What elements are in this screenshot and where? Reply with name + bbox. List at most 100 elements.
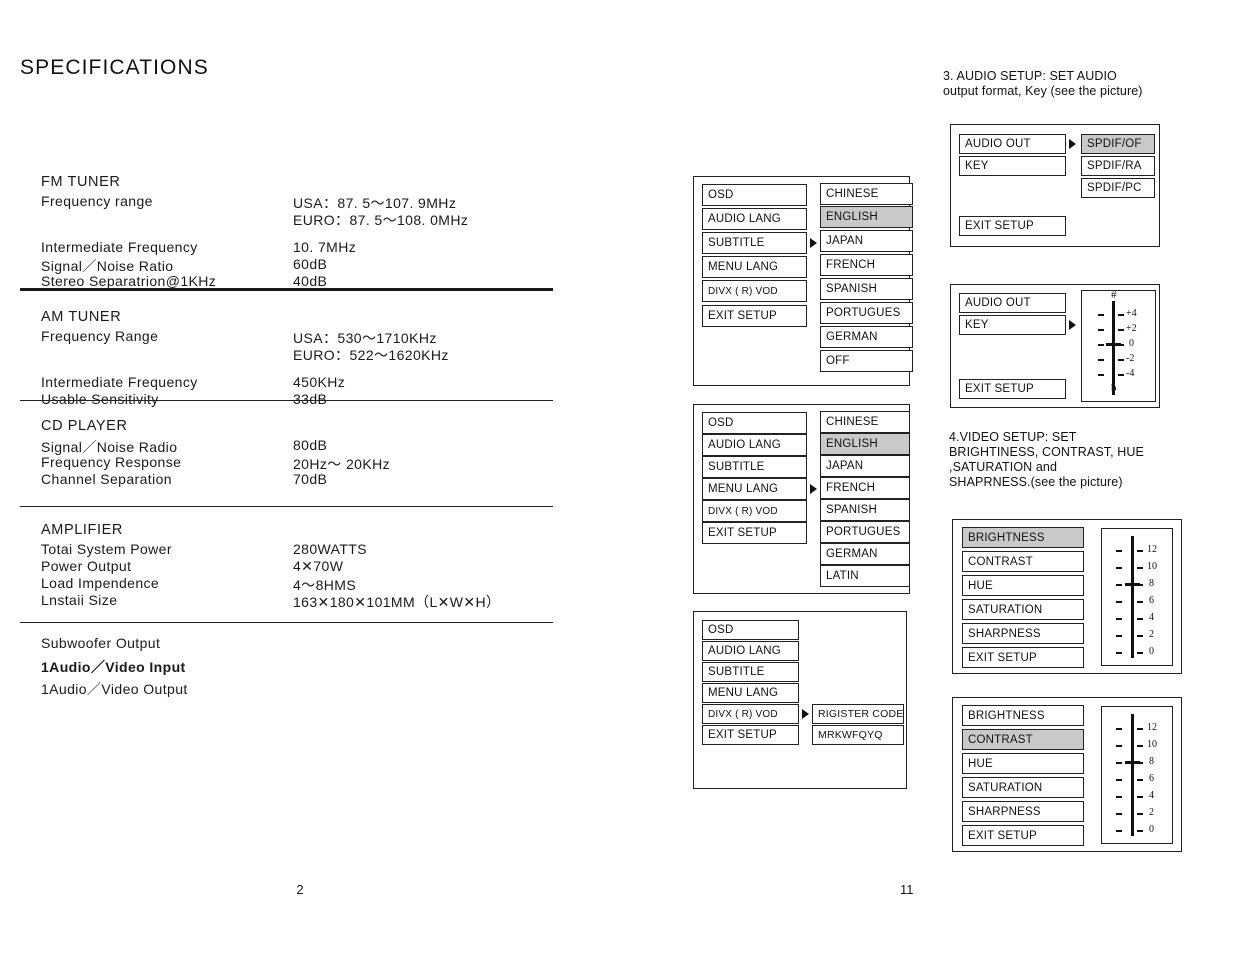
menu-item-exit-setup[interactable]: EXIT SETUP <box>959 216 1066 236</box>
spdif-option-pcm[interactable]: SPDIF/PC <box>1081 178 1155 198</box>
contrast-slider-track <box>1131 714 1134 836</box>
contrast-tick-dash-right <box>1137 796 1143 798</box>
video-item-contrast[interactable]: CONTRAST <box>962 551 1084 572</box>
key-slider-track <box>1112 301 1115 395</box>
section-divider <box>20 288 553 291</box>
menu-item-audio-lang[interactable]: AUDIO LANG <box>702 641 799 661</box>
menu-item-exit-setup[interactable]: EXIT SETUP <box>702 305 807 327</box>
spdif-option-off[interactable]: SPDIF/OF <box>1081 134 1155 154</box>
key-menu: AUDIO OUT KEY EXIT SETUP # +4 +2 0 -2 -4… <box>950 284 1160 408</box>
video-item-hue[interactable]: HUE <box>962 753 1084 774</box>
spec-value: 10. 7MHz <box>293 239 357 255</box>
video-item-brightness[interactable]: BRIGHTNESS <box>962 527 1084 548</box>
menu-item-menu-lang[interactable]: MENU LANG <box>702 683 799 703</box>
menu-item-divx-vod[interactable]: DIVX ( R) VOD <box>702 500 807 522</box>
contrast-slider-handle[interactable] <box>1125 761 1140 764</box>
menu-item-audio-lang[interactable]: AUDIO LANG <box>702 434 807 456</box>
chevron-right-icon <box>810 238 817 248</box>
lang-option-german[interactable]: GERMAN <box>820 543 910 565</box>
video-item-saturation[interactable]: SATURATION <box>962 777 1084 798</box>
spec-label: Lnstaii Size <box>41 592 118 608</box>
spec-label: Intermediate Frequency <box>41 374 198 390</box>
key-slider-handle[interactable] <box>1106 343 1121 346</box>
menu-item-divx-vod[interactable]: DIVX ( R) VOD <box>702 704 799 724</box>
menu-item-exit-setup[interactable]: EXIT SETUP <box>702 522 807 544</box>
divx-option-register-code[interactable]: RIGISTER CODE <box>812 704 904 724</box>
spec-label: Load Impendence <box>41 575 160 591</box>
io-line-av-output: 1Audio／Video Output <box>41 681 188 697</box>
contrast-tick-2: 2 <box>1149 807 1154 818</box>
section-heading: AMPLIFIER <box>41 522 123 538</box>
video-item-hue[interactable]: HUE <box>962 575 1084 596</box>
menu-item-divx-vod[interactable]: DIVX ( R) VOD <box>702 280 807 302</box>
contrast-tick-dash-right <box>1137 728 1143 730</box>
menu-item-key[interactable]: KEY <box>959 315 1066 335</box>
menu-item-key[interactable]: KEY <box>959 156 1066 176</box>
menu-item-audio-lang[interactable]: AUDIO LANG <box>702 208 807 230</box>
lang-option-chinese[interactable]: CHINESE <box>820 411 910 433</box>
lang-option-german[interactable]: GERMAN <box>820 326 913 348</box>
spec-section-am-tuner: AM TUNER Frequency Range USA：530～1710KHz… <box>41 309 448 408</box>
video-item-sharpness[interactable]: SHARPNESS <box>962 801 1084 822</box>
right-page: OSD AUDIO LANG SUBTITLE MENU LANG DIVX (… <box>640 0 1235 954</box>
menu-item-menu-lang[interactable]: MENU LANG <box>702 256 807 278</box>
menu-item-osd[interactable]: OSD <box>702 184 807 206</box>
spec-row: EURO：87. 5～108. 0MHz <box>41 210 468 228</box>
key-tick-dash-left <box>1098 374 1104 376</box>
spec-row: Power Output 4✕70W <box>41 558 343 575</box>
key-slider[interactable]: # +4 +2 0 -2 -4 b <box>1081 289 1156 402</box>
video-item-saturation[interactable]: SATURATION <box>962 599 1084 620</box>
menu-item-osd[interactable]: OSD <box>702 412 807 434</box>
menu-item-subtitle[interactable]: SUBTITLE <box>702 232 807 254</box>
spec-label: Frequency Range <box>41 328 159 344</box>
lang-option-japan[interactable]: JAPAN <box>820 455 910 477</box>
menu-item-audio-out[interactable]: AUDIO OUT <box>959 134 1066 154</box>
contrast-tick-12: 12 <box>1147 722 1157 733</box>
spdif-option-raw[interactable]: SPDIF/RA <box>1081 156 1155 176</box>
lang-option-spanish[interactable]: SPANISH <box>820 278 913 300</box>
menu-item-exit-setup[interactable]: EXIT SETUP <box>702 725 799 745</box>
section-heading: CD PLAYER <box>41 418 128 434</box>
video-item-contrast[interactable]: CONTRAST <box>962 729 1084 750</box>
key-tick-plus2: +2 <box>1126 323 1137 334</box>
video-item-exit-setup[interactable]: EXIT SETUP <box>962 647 1084 668</box>
lang-option-off[interactable]: OFF <box>820 350 913 372</box>
spec-section-amplifier: AMPLIFIER Totai System Power 280WATTS Po… <box>41 522 500 610</box>
lang-option-english[interactable]: ENGLISH <box>820 433 910 455</box>
chevron-right-icon <box>1069 139 1076 149</box>
brightness-tick-dash-left <box>1116 618 1122 620</box>
menu-item-subtitle[interactable]: SUBTITLE <box>702 662 799 682</box>
spec-section-cd-player: CD PLAYER Signal／Noise Radio 80dB Freque… <box>41 418 390 488</box>
spec-row: Signal／Noise Radio 80dB <box>41 437 327 455</box>
divx-option-register-value[interactable]: MRKWFQYQ <box>812 725 904 745</box>
menu-item-osd[interactable]: OSD <box>702 620 799 640</box>
video-item-sharpness[interactable]: SHARPNESS <box>962 623 1084 644</box>
lang-option-french[interactable]: FRENCH <box>820 477 910 499</box>
lang-option-french[interactable]: FRENCH <box>820 254 913 276</box>
video-item-brightness[interactable]: BRIGHTNESS <box>962 705 1084 726</box>
contrast-slider[interactable]: 12 10 8 6 4 2 0 <box>1101 706 1173 844</box>
brightness-tick-dash-right <box>1137 601 1143 603</box>
menu-item-audio-out[interactable]: AUDIO OUT <box>959 293 1066 313</box>
brightness-tick-dash-right <box>1137 652 1143 654</box>
lang-option-chinese[interactable]: CHINESE <box>820 183 913 205</box>
section-divider <box>20 506 553 507</box>
contrast-tick-dash-left <box>1116 762 1122 764</box>
menu-item-menu-lang[interactable]: MENU LANG <box>702 478 807 500</box>
menu-item-subtitle[interactable]: SUBTITLE <box>702 456 807 478</box>
lang-option-japan[interactable]: JAPAN <box>820 230 913 252</box>
lang-option-english[interactable]: ENGLISH <box>820 206 913 228</box>
lang-option-portugues[interactable]: PORTUGUES <box>820 302 913 324</box>
lang-option-portugues[interactable]: PORTUGUES <box>820 521 910 543</box>
spec-value: 4✕70W <box>293 558 344 574</box>
brightness-slider-handle[interactable] <box>1125 583 1140 586</box>
contrast-tick-dash-right <box>1137 830 1143 832</box>
spec-label: Frequency range <box>41 193 153 209</box>
lang-option-spanish[interactable]: SPANISH <box>820 499 910 521</box>
menu-item-exit-setup[interactable]: EXIT SETUP <box>959 379 1066 399</box>
video-item-exit-setup[interactable]: EXIT SETUP <box>962 825 1084 846</box>
contrast-menu: BRIGHTNESS CONTRAST HUE SATURATION SHARP… <box>952 697 1182 852</box>
brightness-tick-dash-left <box>1116 652 1122 654</box>
lang-option-latin[interactable]: LATIN <box>820 565 910 587</box>
brightness-slider[interactable]: 12 10 8 6 4 2 0 <box>1101 528 1173 666</box>
